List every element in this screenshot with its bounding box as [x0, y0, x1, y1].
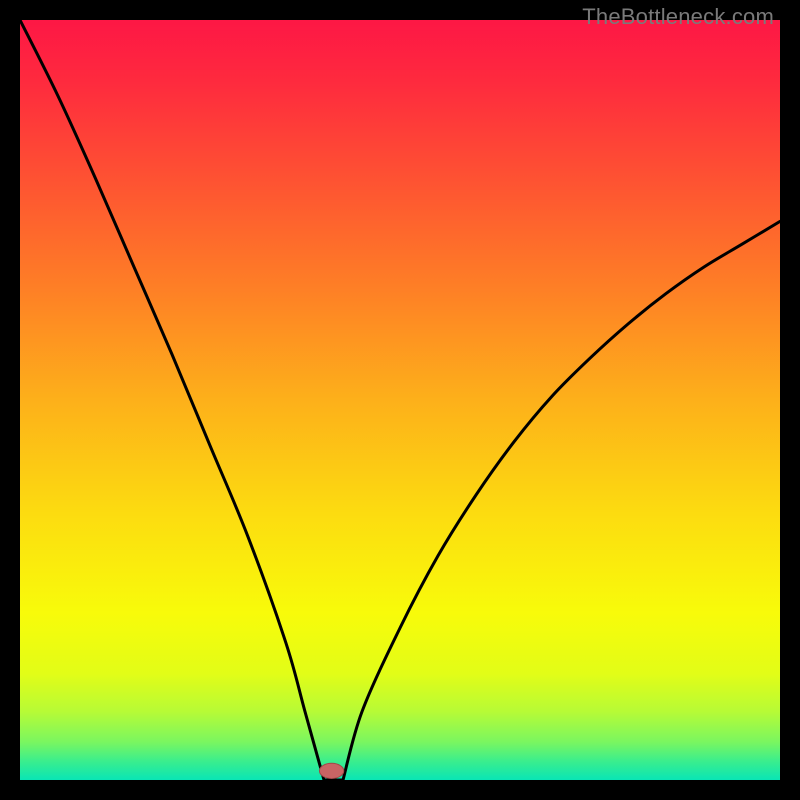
bottleneck-marker	[319, 763, 343, 778]
watermark-label: TheBottleneck.com	[582, 4, 774, 30]
bottleneck-chart	[20, 20, 780, 780]
gradient-background	[20, 20, 780, 780]
chart-frame	[20, 20, 780, 780]
